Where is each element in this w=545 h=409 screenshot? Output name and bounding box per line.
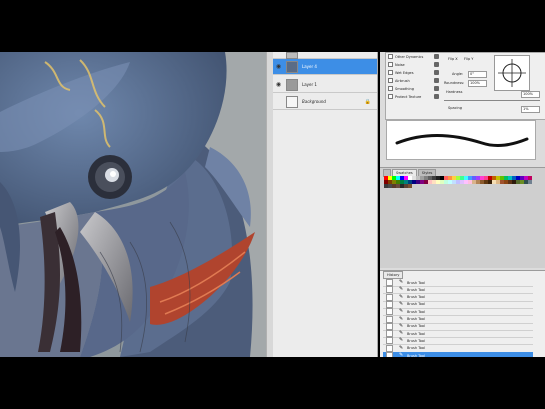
lock-icon [434,78,439,83]
history-checkbox[interactable] [386,322,393,330]
history-item-label: Brush Tool [407,309,426,314]
visibility-eye-icon[interactable] [275,98,282,105]
spacing-field[interactable]: 1% [521,106,540,113]
history-checkbox[interactable] [386,300,393,308]
creature-painting [0,52,266,357]
layer-thumbnail [286,51,298,59]
flip-x-checkbox[interactable]: Flip X [448,57,458,61]
history-checkbox[interactable] [386,279,393,286]
brush-stroke-preview [386,120,536,160]
checkbox[interactable] [388,86,393,91]
visibility-eye-icon[interactable] [275,52,282,59]
brush-option-smoothing[interactable]: Smoothing [388,85,439,92]
history-item-label: Brush Tool [407,324,426,329]
letterbox-top [0,0,545,52]
history-checkbox[interactable] [386,293,393,301]
brush-icon: ✎ [399,300,404,307]
angle-field[interactable]: 0° [468,71,487,78]
history-item-label: Brush Tool [407,338,426,343]
layer-name: Layer 1 [302,82,317,87]
history-checkbox[interactable] [386,308,393,316]
history-checkbox[interactable] [386,315,393,323]
history-item-label: Brush Tool [407,346,426,351]
brush-icon: ✎ [399,344,404,351]
lock-icon [434,54,439,59]
brush-tip-angle-preview[interactable] [494,55,530,91]
checkbox[interactable] [388,70,393,75]
swatch-grid [384,176,532,204]
brush-option-protect-texture[interactable]: Protect Texture [388,93,439,100]
history-checkbox[interactable] [386,344,393,352]
crosshair-icon [498,59,526,87]
brush-icon: ✎ [399,322,404,329]
history-item-label: Brush Tool [407,295,426,300]
layer-row-background[interactable]: Background 🔒 [273,94,377,110]
brush-icon: ✎ [399,337,404,344]
brush-icon: ✎ [399,330,404,337]
checkbox[interactable] [388,54,393,59]
history-item-label: Brush Tool [407,317,426,321]
angle-label: Angle: [452,72,464,76]
brush-icon: ✎ [399,293,404,300]
history-item-label: Brush Tool [407,280,426,285]
layer-row-layer-1[interactable]: ◉ Layer 1 [273,77,377,93]
history-item-label: Brush Tool [407,287,426,292]
visibility-eye-icon[interactable]: ◉ [275,63,282,70]
brush-option-other-dynamics[interactable]: Other Dynamics [388,53,439,60]
layer-row[interactable] [273,51,377,59]
brush-option-airbrush[interactable]: Airbrush [388,77,439,84]
hardness-label: Hardness [446,90,463,94]
checkbox[interactable] [388,78,393,83]
history-checkbox[interactable] [386,337,393,345]
checkbox[interactable] [388,62,393,67]
roundness-field[interactable]: 100% [468,80,487,87]
flip-y-checkbox[interactable]: Flip Y [464,57,473,61]
lock-icon [434,94,439,99]
layer-row-layer-4[interactable]: ◉ Layer 4 [273,59,377,75]
lock-icon: 🔒 [364,98,371,105]
roundness-label: Roundness: [444,81,465,85]
brush-icon: ✎ [399,315,404,322]
layer-thumbnail [286,78,298,91]
color-swatch[interactable] [408,184,412,188]
lock-icon [434,86,439,91]
lock-icon [434,62,439,67]
brush-icon: ✎ [399,308,404,315]
brush-option-wet-edges[interactable]: Wet Edges [388,69,439,76]
history-item-label: Brush Tool [407,331,426,336]
letterbox-bottom [0,357,545,409]
document-canvas[interactable] [0,52,266,357]
history-checkbox[interactable] [386,286,393,294]
brush-option-noise[interactable]: Noise [388,61,439,68]
brush-icon: ✎ [399,279,404,285]
lock-icon [434,70,439,75]
visibility-eye-icon[interactable]: ◉ [275,81,282,88]
layer-thumbnail [286,60,298,73]
brush-icon: ✎ [399,286,404,293]
layers-panel: ◉ Layer 4 ◉ Layer 1 Background 🔒 [273,51,378,357]
hardness-slider[interactable] [444,100,540,101]
checkbox[interactable] [388,94,393,99]
layer-name: Background [302,99,326,104]
tab-history[interactable]: History [383,271,404,279]
layer-name: Layer 4 [302,64,317,69]
layer-thumbnail [286,95,298,108]
hardness-field[interactable]: 100% [521,91,540,98]
spacing-label: Spacing [448,106,462,110]
history-checkbox[interactable] [386,330,393,338]
color-swatch[interactable] [528,180,532,184]
history-item-label: Brush Tool [407,302,426,307]
